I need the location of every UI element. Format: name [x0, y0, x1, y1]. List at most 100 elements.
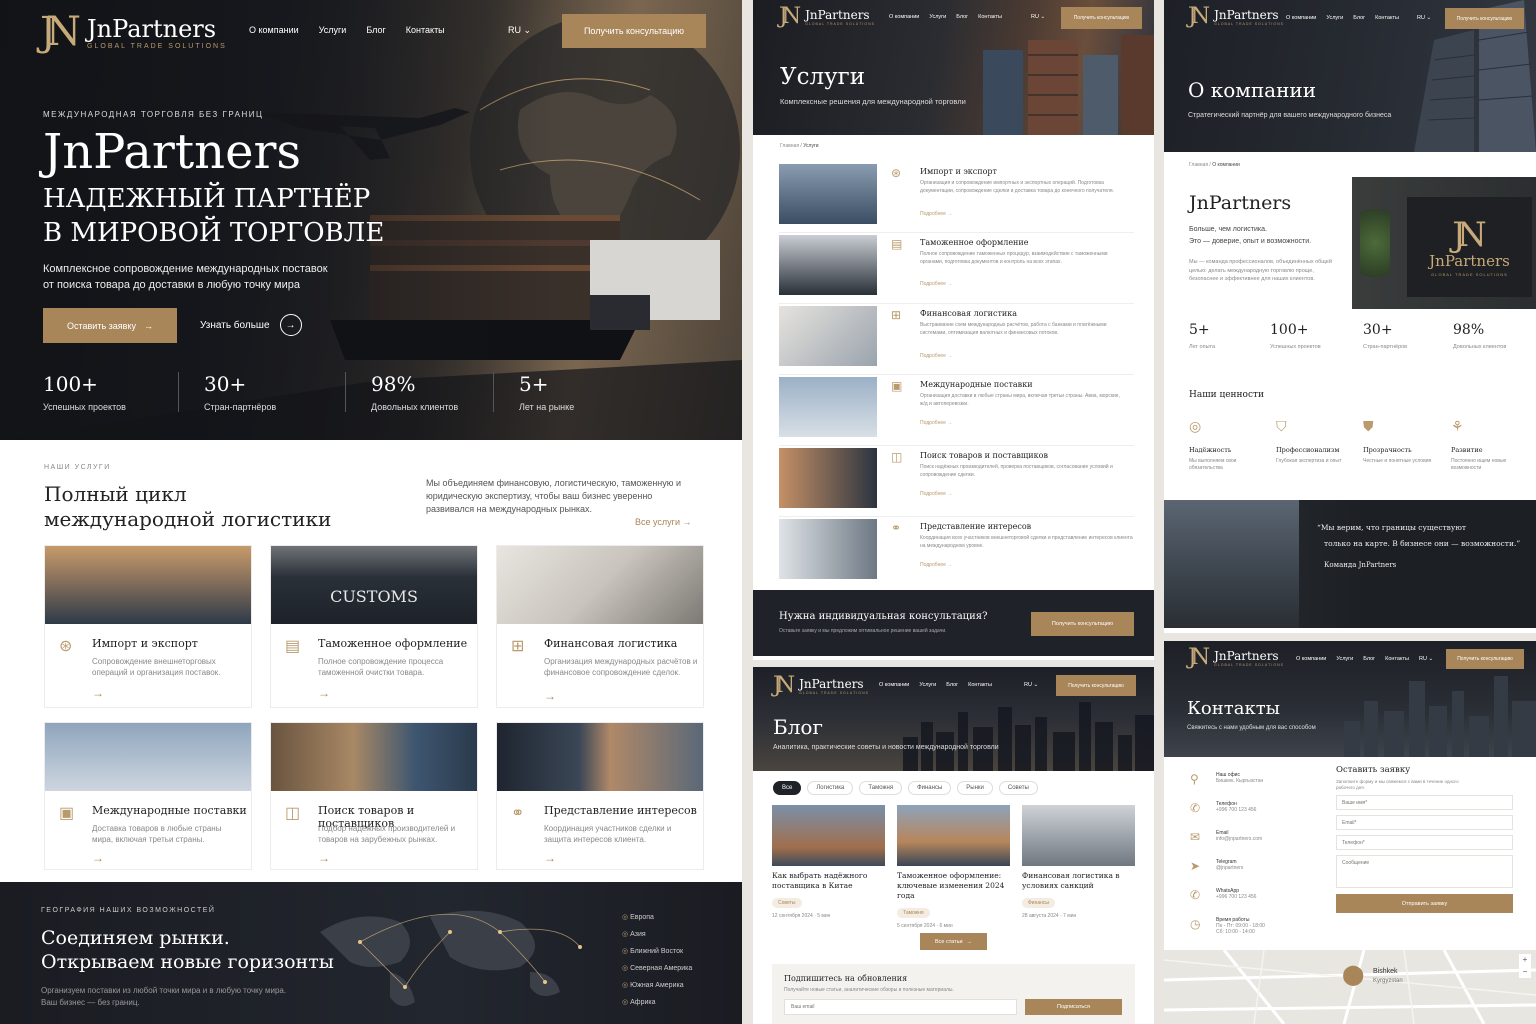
contact-item[interactable]: ✆ Телефон +996 700 123 456	[1190, 801, 1265, 830]
arrow-right-icon[interactable]: →	[318, 851, 330, 865]
service-row[interactable]: ▣ Международные поставки Организация дос…	[779, 375, 1134, 446]
service-card[interactable]: ▣ Международные поставки Доставка товаро…	[44, 722, 252, 870]
arrow-right-icon[interactable]: →	[318, 686, 330, 700]
arrow-right-icon[interactable]: →	[544, 689, 556, 703]
lang-select[interactable]: RU ⌄	[1419, 656, 1433, 662]
region-item[interactable]: ◎ Африка	[622, 994, 692, 1011]
lang-select[interactable]: RU ⌄	[1024, 682, 1038, 688]
nav-blog[interactable]: Блог	[946, 682, 958, 688]
filter-markets[interactable]: Рынки	[957, 781, 993, 795]
more-link[interactable]: Подробнее →	[920, 211, 952, 217]
lang-select[interactable]: RU ⌄	[508, 25, 531, 36]
subscribe-button[interactable]: Подписаться	[1025, 999, 1122, 1015]
service-card[interactable]: ◫ Поиск товаров и поставщиков Подбор над…	[270, 722, 478, 870]
email-input[interactable]	[1336, 815, 1513, 830]
phone-input[interactable]	[1336, 835, 1513, 850]
region-item[interactable]: ◎ Северная Америка	[622, 960, 692, 977]
more-link[interactable]: Подробнее →	[920, 562, 952, 568]
arrow-right-icon[interactable]: →	[544, 851, 556, 865]
nav-services[interactable]: Услуги	[929, 14, 946, 20]
consult-button[interactable]: Получить консультацию	[1061, 7, 1142, 29]
blog-post[interactable]: Таможенное оформление: ключевые изменени…	[897, 805, 1010, 929]
nav-blog[interactable]: Блог	[956, 14, 968, 20]
service-row[interactable]: ◫ Поиск товаров и поставщиков Поиск надё…	[779, 446, 1134, 517]
zoom-in-icon[interactable]: +	[1519, 954, 1531, 966]
submit-button[interactable]: Отправить заявку	[1336, 894, 1513, 913]
service-row[interactable]: ⚭ Представление интересов Координация вс…	[779, 517, 1134, 588]
lang-select[interactable]: RU ⌄	[1031, 14, 1045, 20]
nav-services[interactable]: Услуги	[1336, 656, 1353, 662]
region-item[interactable]: ◎ Азия	[622, 926, 692, 943]
all-services-link[interactable]: Все услуги →	[635, 517, 692, 527]
logo[interactable]: JN JnPartners GLOBAL TRADE SOLUTIONS	[779, 6, 875, 28]
consult-button[interactable]: Получить консультацию	[1056, 675, 1136, 696]
nav-about[interactable]: О компании	[889, 14, 919, 20]
more-link[interactable]: Подробнее →	[920, 281, 952, 287]
service-card[interactable]: ⊞ Финансовая логистика Организация между…	[496, 545, 704, 708]
service-row[interactable]: ⊛ Импорт и экспорт Организация и сопрово…	[779, 162, 1134, 233]
region-item[interactable]: ◎ Ближний Восток	[622, 943, 692, 960]
nav-services[interactable]: Услуги	[919, 682, 936, 688]
nav-blog[interactable]: Блог	[366, 25, 385, 35]
hero-request-button[interactable]: Оставить заявку →	[43, 308, 177, 343]
post-tag[interactable]: Финансы	[1022, 898, 1055, 908]
zoom-controls[interactable]: + −	[1519, 954, 1531, 978]
filter-finance[interactable]: Финансы	[908, 781, 952, 795]
service-card[interactable]: ⚭ Представление интересов Координация уч…	[496, 722, 704, 870]
contact-item[interactable]: ✆ WhatsApp +996 700 123 456	[1190, 888, 1265, 917]
contact-item[interactable]: ➤ Telegram @jnpartners	[1190, 859, 1265, 888]
name-input[interactable]	[1336, 795, 1513, 810]
more-link[interactable]: Подробнее →	[920, 491, 952, 497]
contact-item[interactable]: ✉ Email info@jnpartners.com	[1190, 830, 1265, 859]
nav-contacts[interactable]: Контакты	[406, 25, 445, 35]
nav-blog[interactable]: Блог	[1353, 15, 1365, 21]
nav-contacts[interactable]: Контакты	[978, 14, 1002, 20]
blog-post[interactable]: Финансовая логистика в условиях санкций …	[1022, 805, 1135, 919]
arrow-right-icon[interactable]: →	[92, 851, 104, 865]
arrow-right-icon[interactable]: →	[92, 686, 104, 700]
zoom-out-icon[interactable]: −	[1519, 966, 1531, 978]
nav-about[interactable]: О компании	[249, 25, 299, 35]
message-input[interactable]	[1336, 855, 1513, 888]
filter-logistics[interactable]: Логистика	[807, 781, 854, 795]
consult-button[interactable]: Получить консультацию	[1446, 649, 1524, 669]
banner-consult-button[interactable]: Получить консультацию	[1031, 612, 1134, 636]
service-row[interactable]: ⊞ Финансовая логистика Выстраивание схем…	[779, 304, 1134, 375]
region-item[interactable]: ◎ Европа	[622, 909, 692, 926]
nav-contacts[interactable]: Контакты	[1375, 15, 1399, 21]
consult-button[interactable]: Получить консультацию	[1445, 8, 1524, 29]
contact-item[interactable]: ⚲ Наш офис Бишкек, Кыргызстан	[1190, 772, 1265, 801]
more-link[interactable]: Подробнее →	[920, 420, 952, 426]
nav-about[interactable]: О компании	[879, 682, 909, 688]
map-pin-icon[interactable]: ⬤	[1342, 962, 1364, 987]
all-posts-button[interactable]: Все статьи →	[920, 933, 987, 950]
post-tag[interactable]: Советы	[772, 898, 802, 908]
logo[interactable]: JN JnPartners GLOBAL TRADE SOLUTIONS	[773, 675, 869, 697]
nav-contacts[interactable]: Контакты	[968, 682, 992, 688]
service-card[interactable]: CUSTOMS ▤ Таможенное оформление Полное с…	[270, 545, 478, 708]
consult-button[interactable]: Получить консультацию	[562, 14, 706, 48]
logo[interactable]: JN JnPartners GLOBAL TRADE SOLUTIONS	[1188, 647, 1284, 669]
filter-tips[interactable]: Советы	[998, 781, 1038, 795]
crumb-home[interactable]: Главная	[1189, 162, 1208, 168]
subscribe-email-input[interactable]	[784, 999, 1017, 1015]
service-card[interactable]: ⊛ Импорт и экспорт Сопровождение внешнет…	[44, 545, 252, 708]
region-item[interactable]: ◎ Южная Америка	[622, 977, 692, 994]
nav-about[interactable]: О компании	[1286, 15, 1316, 21]
nav-services[interactable]: Услуги	[1326, 15, 1343, 21]
more-link[interactable]: Подробнее →	[920, 353, 952, 359]
service-row[interactable]: ▤ Таможенное оформление Полное сопровожд…	[779, 233, 1134, 304]
filter-customs[interactable]: Таможня	[859, 781, 903, 795]
logo[interactable]: JN JnPartners GLOBAL TRADE SOLUTIONS	[40, 12, 227, 52]
crumb-home[interactable]: Главная	[780, 143, 799, 149]
map[interactable]: ⬤ Bishkek Kyrgyzstan + −	[1164, 950, 1536, 1024]
nav-services[interactable]: Услуги	[319, 25, 347, 35]
nav-blog[interactable]: Блог	[1363, 656, 1375, 662]
logo[interactable]: JN JnPartners GLOBAL TRADE SOLUTIONS	[1188, 6, 1284, 28]
nav-about[interactable]: О компании	[1296, 656, 1326, 662]
blog-post[interactable]: Как выбрать надёжного поставщика в Китае…	[772, 805, 885, 919]
post-tag[interactable]: Таможня	[897, 908, 930, 918]
nav-contacts[interactable]: Контакты	[1385, 656, 1409, 662]
lang-select[interactable]: RU ⌄	[1417, 15, 1431, 21]
hero-more-link[interactable]: Узнать больше →	[200, 314, 302, 336]
